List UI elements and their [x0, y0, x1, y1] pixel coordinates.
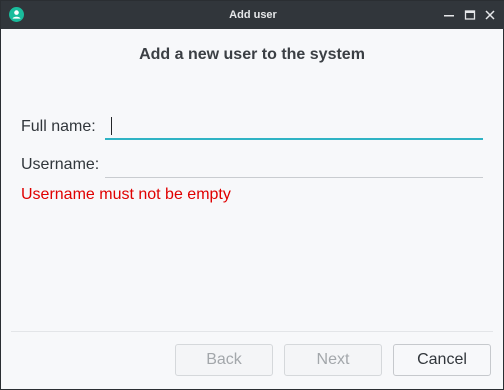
title-bar[interactable]: Add user [1, 1, 504, 29]
close-icon[interactable] [483, 8, 497, 22]
next-button[interactable]: Next [284, 344, 382, 376]
full-name-input[interactable] [105, 114, 483, 140]
button-divider [11, 331, 493, 332]
username-label: Username: [21, 156, 100, 173]
cancel-button[interactable]: Cancel [393, 344, 491, 376]
full-name-label: Full name: [21, 118, 96, 135]
text-cursor [111, 117, 112, 135]
dialog-heading: Add a new user to the system [139, 46, 365, 63]
back-button[interactable]: Back [175, 344, 273, 376]
add-user-window: Add user Add a new user to the system Fu… [0, 0, 504, 390]
username-input[interactable] [105, 152, 483, 178]
minimize-icon[interactable] [442, 8, 456, 22]
window-title: Add user [229, 9, 277, 21]
maximize-icon[interactable] [463, 8, 477, 22]
username-error-message: Username must not be empty [21, 186, 231, 203]
